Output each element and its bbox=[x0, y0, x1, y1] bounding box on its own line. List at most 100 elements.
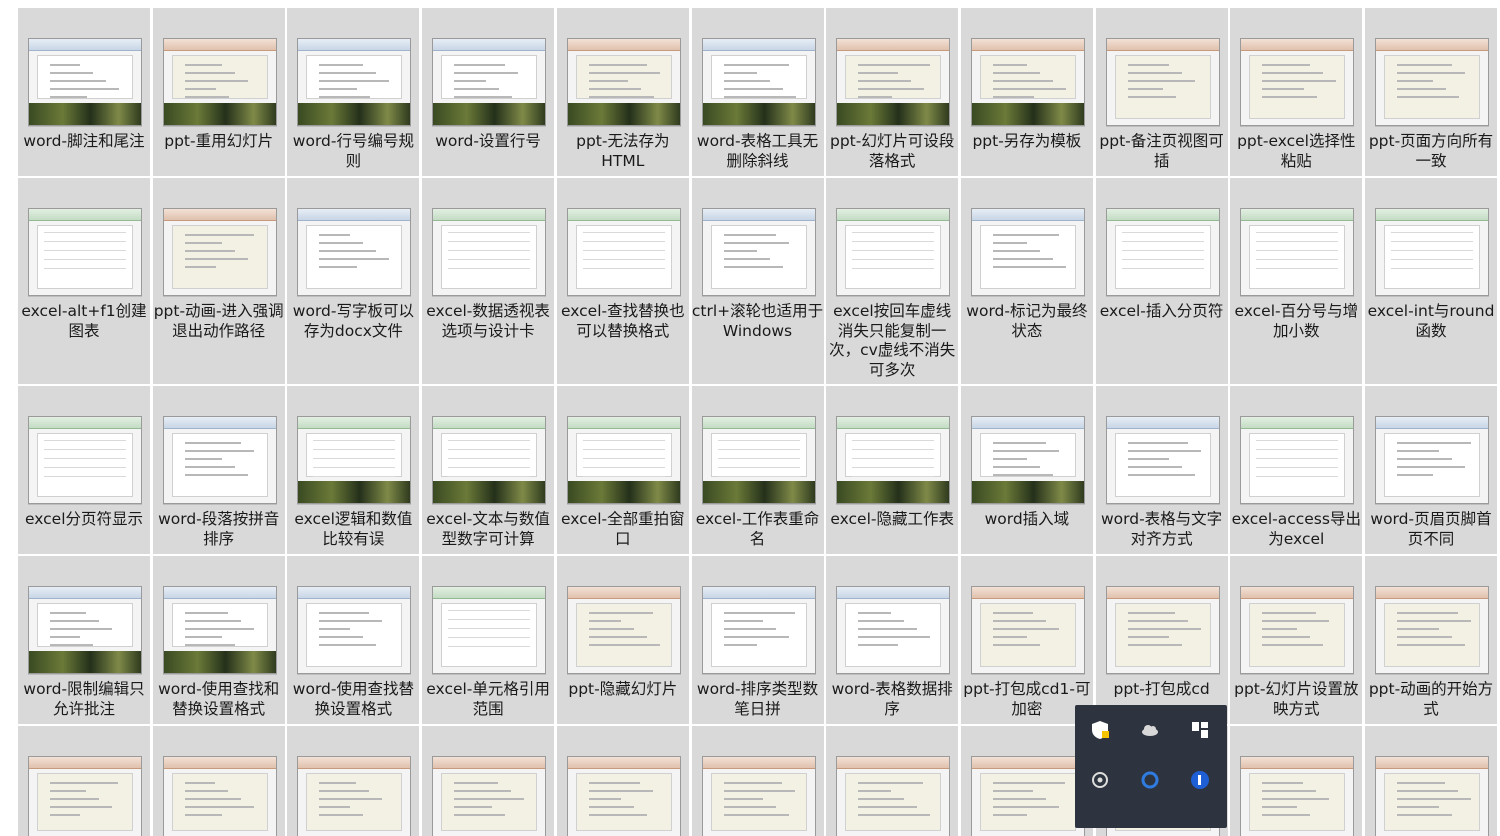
screenshot-preview bbox=[566, 38, 681, 126]
snap-layout-icon[interactable] bbox=[1189, 719, 1211, 741]
file-thumbnail-tile[interactable] bbox=[1230, 726, 1363, 836]
text-line bbox=[1397, 620, 1471, 622]
text-line bbox=[858, 96, 893, 98]
file-thumbnail-tile[interactable]: word-表格与文字对齐方式 bbox=[1095, 386, 1228, 554]
wallpaper-photo-strip bbox=[433, 103, 546, 125]
text-line bbox=[858, 88, 925, 90]
file-thumbnail-tile[interactable]: word-表格数据排序 bbox=[826, 556, 959, 724]
text-line bbox=[723, 644, 757, 646]
file-thumbnail-tile[interactable]: word-脚注和尾注 bbox=[18, 8, 150, 176]
file-thumbnail-tile[interactable]: word-使用查找和替换设置格式 bbox=[152, 556, 285, 724]
onedrive-blue-icon[interactable] bbox=[1189, 769, 1211, 791]
file-thumbnail-tile[interactable] bbox=[960, 726, 1093, 836]
file-thumbnail-tile[interactable]: excel-文本与数值型数字可计算 bbox=[422, 386, 555, 554]
file-thumbnail-tile[interactable]: ppt-备注页视图可插 bbox=[1095, 8, 1228, 176]
file-thumbnail-tile[interactable]: excel-数据透视表选项与设计卡 bbox=[422, 178, 555, 384]
file-thumbnail-tile[interactable]: excel-工作表重命名 bbox=[691, 386, 824, 554]
file-thumbnail-tile[interactable]: ppt-幻灯片可设段落格式 bbox=[826, 8, 959, 176]
file-thumbnail-tile[interactable]: word-页眉页脚首页不同 bbox=[1365, 386, 1497, 554]
file-thumbnail-tile[interactable]: excel-单元格引用范围 bbox=[422, 556, 555, 724]
file-name-label: excel按回车虚线消失只能复制一次，cv虚线不消失可多次 bbox=[829, 302, 956, 379]
file-thumbnail-tile[interactable] bbox=[422, 726, 555, 836]
file-thumbnail-tile[interactable]: ppt-重用幻灯片 bbox=[152, 8, 285, 176]
file-thumbnail-tile[interactable]: excel-alt+f1创建图表 bbox=[18, 178, 150, 384]
document-page bbox=[37, 603, 133, 647]
file-thumbnail-tile[interactable]: ppt-动画-进入强调退出动作路径 bbox=[152, 178, 285, 384]
file-name-label: word-表格数据排序 bbox=[831, 680, 953, 718]
document-page bbox=[1384, 225, 1480, 289]
onedrive-cloud-icon[interactable] bbox=[1139, 719, 1161, 741]
file-thumbnail-tile[interactable] bbox=[556, 726, 689, 836]
text-line bbox=[50, 790, 86, 792]
text-line bbox=[1397, 644, 1465, 646]
text-line bbox=[723, 636, 789, 638]
ribbon-bar bbox=[298, 417, 411, 429]
text-line bbox=[588, 64, 647, 66]
file-thumbnail-tile[interactable]: ppt-打包成cd1-可加密 bbox=[960, 556, 1093, 724]
file-thumbnail-tile[interactable]: excel-全部重拍窗口 bbox=[556, 386, 689, 554]
file-thumbnail-tile[interactable]: ppt-页面方向所有一致 bbox=[1365, 8, 1497, 176]
document-page bbox=[171, 55, 268, 99]
file-thumbnail-tile[interactable]: word-限制编辑只允许批注 bbox=[18, 556, 150, 724]
file-thumbnail-tile[interactable]: ppt-excel选择性粘贴 bbox=[1230, 8, 1363, 176]
text-line bbox=[1397, 72, 1465, 74]
file-thumbnail-tile[interactable]: ppt-幻灯片设置放映方式 bbox=[1230, 556, 1363, 724]
document-page bbox=[979, 773, 1076, 831]
screenshot-preview bbox=[970, 416, 1085, 504]
text-line bbox=[319, 266, 358, 268]
text-line bbox=[184, 88, 216, 90]
text-line bbox=[723, 612, 795, 614]
file-thumbnail-tile[interactable]: excel-查找替换也可以替换格式 bbox=[556, 178, 689, 384]
settings-gear-icon[interactable] bbox=[1089, 769, 1111, 791]
file-thumbnail-tile[interactable]: word-行号编号规则 bbox=[287, 8, 420, 176]
file-thumbnail-tile[interactable]: ppt-动画的开始方式 bbox=[1365, 556, 1497, 724]
text-line bbox=[992, 96, 1034, 98]
ribbon-bar bbox=[567, 587, 680, 599]
file-thumbnail-tile[interactable]: ppt-隐藏幻灯片 bbox=[556, 556, 689, 724]
file-thumbnail-tile[interactable]: word-标记为最终状态 bbox=[960, 178, 1093, 384]
file-thumbnail-tile[interactable]: excel分页符显示 bbox=[18, 386, 150, 554]
screenshot-preview bbox=[28, 416, 142, 504]
file-thumbnail-tile[interactable]: ctrl+滚轮也适用于Windows bbox=[691, 178, 824, 384]
shield-warning-icon[interactable] bbox=[1089, 719, 1111, 741]
file-thumbnail-tile[interactable]: word-段落按拼音排序 bbox=[152, 386, 285, 554]
file-thumbnail-tile[interactable]: ppt-打包成cd bbox=[1095, 556, 1228, 724]
file-thumbnail-tile[interactable]: word-设置行号 bbox=[422, 8, 555, 176]
file-thumbnail-tile[interactable] bbox=[826, 726, 959, 836]
text-line bbox=[992, 234, 1059, 236]
file-thumbnail-tile[interactable]: excel-隐藏工作表 bbox=[826, 386, 959, 554]
text-line bbox=[723, 790, 795, 792]
file-thumbnail-tile[interactable] bbox=[287, 726, 420, 836]
file-name-label: word-设置行号 bbox=[435, 132, 541, 150]
file-thumbnail-tile[interactable]: excel-插入分页符 bbox=[1095, 178, 1228, 384]
screenshot-preview bbox=[28, 208, 142, 296]
text-line bbox=[454, 72, 519, 74]
file-thumbnail-tile[interactable]: word-写字板可以存为docx文件 bbox=[287, 178, 420, 384]
file-thumbnail-tile[interactable]: ppt-无法存为HTML bbox=[556, 8, 689, 176]
file-thumbnail-tile[interactable]: excel-百分号与增加小数 bbox=[1230, 178, 1363, 384]
text-line bbox=[50, 782, 118, 784]
edge-ring-icon[interactable] bbox=[1139, 769, 1161, 791]
file-thumbnail-tile[interactable]: word-使用查找替换设置格式 bbox=[287, 556, 420, 724]
file-thumbnail-tile[interactable]: word-排序类型数笔日拼 bbox=[691, 556, 824, 724]
file-thumbnail-tile[interactable]: excel-int与round函数 bbox=[1365, 178, 1497, 384]
screenshot-preview bbox=[432, 38, 547, 126]
file-thumbnail-tile[interactable] bbox=[691, 726, 824, 836]
document-page bbox=[441, 603, 538, 667]
file-thumbnail-tile[interactable]: word-表格工具无删除斜线 bbox=[691, 8, 824, 176]
text-line bbox=[588, 782, 640, 784]
file-thumbnail-tile[interactable]: excel逻辑和数值比较有误 bbox=[287, 386, 420, 554]
ribbon-bar bbox=[298, 39, 411, 51]
file-thumbnail-tile[interactable]: excel按回车虚线消失只能复制一次，cv虚线不消失可多次 bbox=[826, 178, 959, 384]
file-thumbnail-tile[interactable]: ppt-另存为模板 bbox=[960, 8, 1093, 176]
text-line bbox=[454, 814, 506, 816]
file-thumbnail-tile[interactable] bbox=[18, 726, 150, 836]
file-thumbnail-tile[interactable]: excel-access导出为excel bbox=[1230, 386, 1363, 554]
file-thumbnail-tile[interactable] bbox=[1365, 726, 1497, 836]
text-line bbox=[1391, 241, 1473, 242]
ribbon-bar bbox=[567, 209, 680, 221]
file-thumbnail-tile[interactable]: word插入域 bbox=[960, 386, 1093, 554]
ribbon-bar bbox=[837, 757, 950, 769]
file-thumbnail-tile[interactable] bbox=[152, 726, 285, 836]
text-line bbox=[1397, 466, 1465, 468]
